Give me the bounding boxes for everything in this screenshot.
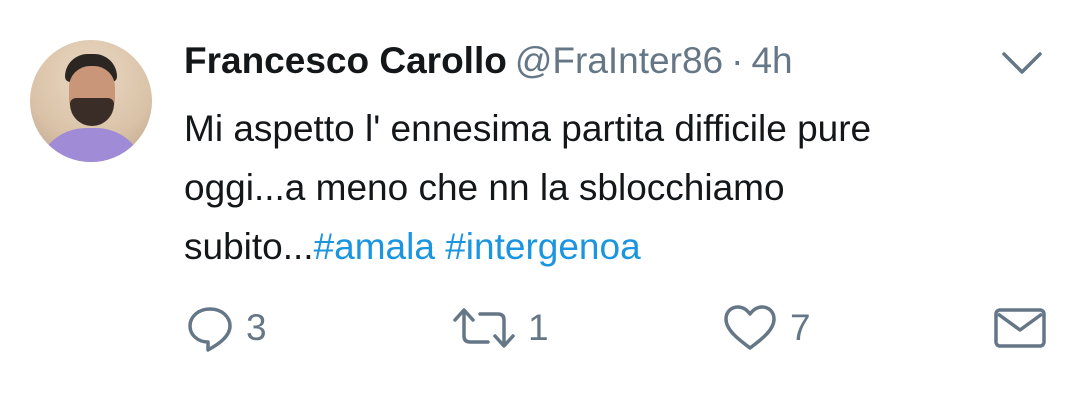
reply-icon [186,304,234,352]
chevron-down-icon[interactable] [998,48,1046,78]
envelope-icon [992,304,1048,352]
hashtag-intergenoa[interactable]: #intergenoa [445,226,640,267]
reply-button[interactable]: 3 [186,300,267,356]
retweet-count: 1 [528,307,549,348]
tweet-actions: 3 1 7 [0,300,1079,360]
avatar[interactable] [30,40,152,162]
tweet-text-line: subito...#amala #intergenoa [184,217,1054,276]
author-name[interactable]: Francesco Carollo [184,40,507,81]
avatar-shirt [36,128,146,162]
like-count: 7 [790,307,811,348]
tweet-text: Mi aspetto l' ennesima partita difficile… [184,99,1054,276]
header-separator: · [731,40,744,81]
reply-count: 3 [246,307,267,348]
author-handle[interactable]: @FraInter86 [515,40,723,81]
tweet-header: Francesco Carollo @FraInter86 · 4h [184,38,793,84]
tweet-text-line: oggi...a meno che nn la sblocchiamo [184,167,785,208]
heart-icon [722,304,778,352]
hashtag-amala[interactable]: #amala [314,226,435,267]
direct-message-button[interactable] [992,300,1048,356]
tweet-text-fragment: subito... [184,226,314,267]
like-button[interactable]: 7 [722,300,811,356]
tweet-text-line: Mi aspetto l' ennesima partita difficile… [184,108,872,149]
avatar-beard [70,98,114,126]
tweet-card[interactable]: Francesco Carollo @FraInter86 · 4h Mi aspet… [0,0,1079,404]
retweet-icon [452,304,516,352]
retweet-button[interactable]: 1 [452,300,549,356]
tweet-timestamp[interactable]: 4h [751,40,792,81]
